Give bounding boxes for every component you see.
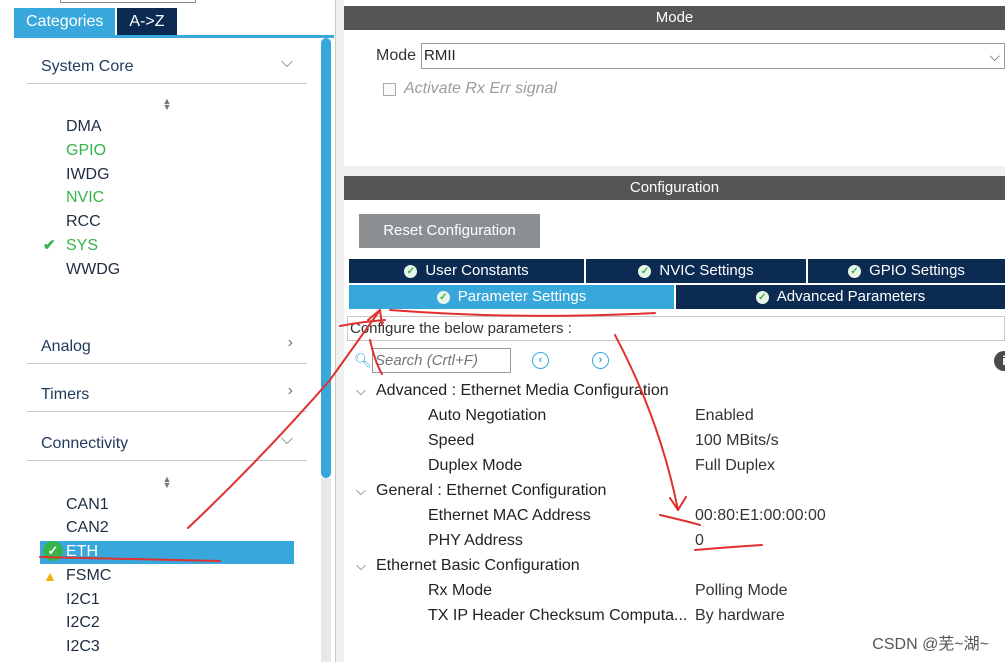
category-timers[interactable]: Timers ›	[27, 378, 307, 412]
list-item-sys[interactable]: SYS	[66, 234, 98, 258]
category-label: System Core	[41, 58, 134, 75]
category-label: Timers	[41, 386, 90, 403]
list-item-can1[interactable]: CAN1	[66, 493, 109, 517]
rx-err-label: Activate Rx Err signal	[404, 80, 557, 97]
list-item-nvic[interactable]: NVIC	[66, 186, 104, 210]
tab-parameter-settings[interactable]: ✓ Parameter Settings	[349, 285, 674, 309]
group-ethernet-basic[interactable]: ⌵ Ethernet Basic Configuration	[356, 554, 580, 578]
param-name: Duplex Mode	[428, 457, 523, 474]
tab-label: Advanced Parameters	[776, 288, 926, 305]
param-name: TX IP Header Checksum Computa...	[428, 607, 688, 624]
list-item-wwdg[interactable]: WWDG	[66, 258, 120, 282]
list-item-can2[interactable]: CAN2	[66, 516, 109, 540]
section-divider	[344, 166, 1005, 176]
chevron-right-icon: ›	[287, 334, 293, 351]
category-panel: Categories A->Z System Core ⌵ ▲ ▼ DMA GPI…	[0, 0, 336, 662]
group-title: Ethernet Basic Configuration	[376, 557, 580, 574]
settings-panel: Mode Mode RMII ⌵ Activate Rx Err signal …	[344, 0, 1005, 662]
scrollbar-track[interactable]	[321, 478, 331, 662]
sort-icon[interactable]: ▲ ▼	[161, 97, 173, 112]
chevron-down-icon: ⌵	[356, 558, 366, 573]
panel-divider[interactable]	[336, 0, 344, 662]
category-label: Connectivity	[41, 435, 129, 452]
chevron-right-icon: ›	[287, 382, 293, 399]
sort-icon[interactable]: ▲ ▼	[161, 475, 173, 490]
configure-prompt: Configure the below parameters :	[347, 316, 1005, 341]
stm32cubemx-pinout-config: Categories A->Z System Core ⌵ ▲ ▼ DMA GPI…	[0, 0, 1005, 662]
chevron-down-icon: ⌵	[356, 483, 366, 498]
param-value[interactable]: Polling Mode	[695, 579, 788, 603]
search-input[interactable]	[372, 348, 511, 373]
list-item-eth[interactable]: ETH	[66, 540, 98, 564]
chevron-right-icon[interactable]: ›	[592, 352, 609, 369]
param-value[interactable]: Enabled	[695, 404, 754, 428]
param-name: Speed	[428, 432, 475, 449]
category-analog[interactable]: Analog ›	[27, 330, 307, 364]
chevron-down-icon: ⌵	[280, 431, 293, 448]
tab-label: GPIO Settings	[869, 262, 965, 279]
mode-select[interactable]: RMII ⌵	[421, 43, 1005, 69]
chevron-down-icon: ⌵	[356, 383, 366, 398]
list-item-i2c3[interactable]: I2C3	[66, 635, 100, 659]
check-circle-icon: ✓	[755, 291, 769, 304]
tab-label: User Constants	[425, 262, 529, 279]
param-value[interactable]: 0	[695, 529, 704, 553]
category-tabs: Categories A->Z	[14, 8, 177, 35]
check-circle-icon: ✓	[43, 541, 63, 561]
group-title: Advanced : Ethernet Media Configuration	[376, 382, 669, 399]
tab-label: Parameter Settings	[457, 288, 587, 305]
group-title: General : Ethernet Configuration	[376, 482, 607, 499]
chevron-down-icon: ⌵	[280, 54, 293, 71]
check-circle-icon: ✓	[436, 291, 450, 304]
param-name: Auto Negotiation	[428, 407, 547, 424]
list-item-i2c1[interactable]: I2C1	[66, 588, 100, 612]
list-item-rcc[interactable]: RCC	[66, 210, 101, 234]
param-value[interactable]: Full Duplex	[695, 454, 775, 478]
list-item-i2c2[interactable]: I2C2	[66, 611, 100, 635]
mode-header: Mode	[344, 6, 1005, 30]
param-value[interactable]: 100 MBits/s	[695, 429, 779, 453]
category-connectivity[interactable]: Connectivity ⌵	[27, 427, 307, 461]
scrollbar-thumb[interactable]	[321, 38, 331, 478]
configuration-header: Configuration	[344, 176, 1005, 200]
param-name: Rx Mode	[428, 582, 493, 599]
group-ethernet-media[interactable]: ⌵ Advanced : Ethernet Media Configuration	[356, 379, 669, 403]
tab-gpio-settings[interactable]: ✓ GPIO Settings	[808, 259, 1005, 283]
reset-configuration-button[interactable]: Reset Configuration	[359, 214, 540, 248]
chevron-left-icon[interactable]: ‹	[532, 352, 549, 369]
check-circle-icon: ✓	[848, 265, 862, 278]
tab-nvic-settings[interactable]: ✓ NVIC Settings	[586, 259, 806, 283]
search-icon: 🔍︎	[354, 352, 372, 368]
tab-categories[interactable]: Categories	[14, 8, 116, 35]
warning-triangle-icon: ▲	[43, 568, 57, 584]
tab-label: NVIC Settings	[659, 262, 754, 279]
tab-user-constants[interactable]: ✓ User Constants	[349, 259, 584, 283]
watermark: CSDN @芜~湖~	[872, 636, 989, 653]
check-circle-icon: ✓	[638, 265, 652, 278]
mode-label: Mode	[376, 47, 417, 64]
param-value[interactable]: 00:80:E1:00:00:00	[695, 504, 826, 528]
tab-advanced-parameters[interactable]: ✓ Advanced Parameters	[676, 285, 1005, 309]
param-value[interactable]: By hardware	[695, 604, 785, 628]
list-item-fsmc[interactable]: FSMC	[66, 564, 111, 588]
param-name: PHY Address	[428, 532, 523, 549]
param-name: Ethernet MAC Address	[428, 507, 591, 524]
list-item-gpio[interactable]: GPIO	[66, 139, 106, 163]
category-label: Analog	[41, 338, 91, 355]
check-circle-icon: ✓	[404, 265, 418, 278]
tab-underline	[14, 35, 334, 38]
list-item-iwdg[interactable]: IWDG	[66, 163, 110, 187]
tab-a-to-z[interactable]: A->Z	[117, 8, 177, 35]
top-search-field[interactable]	[60, 0, 196, 3]
group-general-ethernet[interactable]: ⌵ General : Ethernet Configuration	[356, 479, 606, 503]
mode-value: RMII	[424, 47, 456, 64]
chevron-down-icon: ⌵	[989, 48, 1000, 64]
category-system-core[interactable]: System Core ⌵	[27, 50, 307, 84]
rx-err-checkbox[interactable]	[383, 83, 396, 96]
list-item-dma[interactable]: DMA	[66, 115, 102, 139]
info-icon[interactable]: i	[994, 351, 1005, 371]
check-icon: ✔	[43, 237, 56, 254]
